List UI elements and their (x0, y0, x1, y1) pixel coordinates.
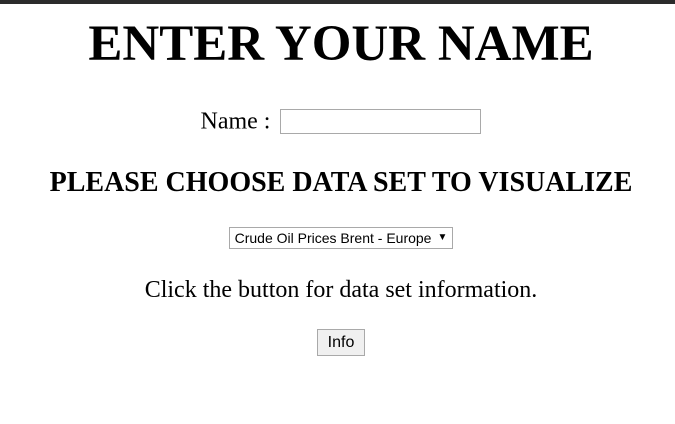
info-instruction: Click the button for data set informatio… (144, 277, 538, 303)
page: ENTER YOUR NAME Name : PLEASE CHOOSE DAT… (0, 0, 675, 424)
info-button[interactable]: Info (317, 329, 365, 356)
button-row: Info (0, 329, 675, 356)
select-row: Crude Oil Prices Brent - Europe ▼ (0, 227, 675, 249)
name-label: Name : (200, 108, 271, 135)
name-row: Name : (0, 104, 675, 137)
dataset-select-value: Crude Oil Prices Brent - Europe (234, 230, 432, 246)
chevron-down-icon: ▼ (437, 232, 448, 243)
dataset-select[interactable]: Crude Oil Prices Brent - Europe ▼ (228, 227, 454, 249)
page-title: ENTER YOUR NAME (88, 16, 594, 72)
dataset-heading: PLEASE CHOOSE DATA SET TO VISUALIZE (49, 167, 633, 198)
name-input[interactable] (280, 108, 482, 134)
